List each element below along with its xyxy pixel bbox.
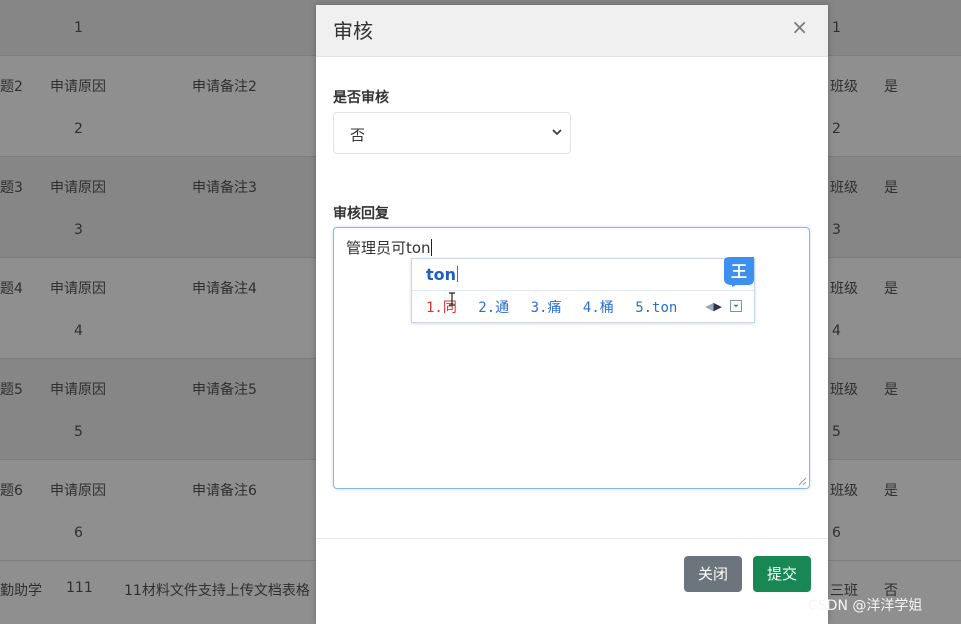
reply-text-value: 管理员可ton — [346, 239, 431, 257]
table-cell-class: 班级 — [830, 79, 858, 95]
table-cell-num: 3 — [832, 222, 841, 238]
table-cell-seq: 4 — [74, 323, 83, 339]
arrow-left-icon[interactable]: ◀ — [705, 300, 713, 313]
ime-candidate-list: 1.同 2.通 3.痛 4.桶 5.ton — [426, 297, 690, 317]
table-cell-num: 4 — [832, 323, 841, 339]
ime-composition: ton — [426, 265, 459, 284]
audit-select[interactable]: 否 — [333, 112, 571, 154]
table-cell-class: 班级 — [830, 180, 858, 196]
table-cell-num: 5 — [832, 424, 841, 440]
reply-label: 审核回复 — [333, 206, 389, 222]
table-cell-reason: 申请原因 — [50, 79, 106, 95]
page: 1 1 题2 申请原因 申请备注2 2 班级 是 2 题3 申请原因 申请备注3… — [0, 0, 961, 624]
audit-label: 是否审核 — [333, 90, 389, 106]
table-cell-topic: 题6 — [0, 483, 23, 499]
table-cell-topic: 题2 — [0, 79, 23, 95]
table-cell-seq: 3 — [74, 222, 83, 238]
ime-caret — [457, 266, 459, 282]
table-cell-num: 2 — [832, 121, 841, 137]
footer-divider — [316, 538, 828, 539]
table-cell-seq: 2 — [74, 121, 83, 137]
table-cell-topic: 题5 — [0, 382, 23, 398]
modal-title: 审核 — [333, 19, 373, 43]
table-cell-reason: 申请原因 — [50, 483, 106, 499]
table-cell-remark: 11材料文件支持上传文档表格 — [124, 583, 310, 599]
table-cell-remark: 申请备注6 — [192, 483, 257, 499]
table-cell-class: 班级 — [830, 382, 858, 398]
table-cell-remark: 申请备注5 — [192, 382, 257, 398]
table-cell-flag: 是 — [884, 79, 898, 95]
ime-logo-glyph: 王 — [731, 262, 747, 281]
chevron-down-icon — [552, 129, 562, 136]
reply-text: 管理员可ton — [346, 237, 432, 258]
table-cell-reason: 申请原因 — [50, 382, 106, 398]
table-cell-seq: 6 — [74, 525, 83, 541]
audit-select-value: 否 — [350, 126, 366, 144]
table-cell-flag: 是 — [884, 483, 898, 499]
table-cell-class: 班级 — [830, 281, 858, 297]
table-cell-remark: 申请备注3 — [192, 180, 257, 196]
watermark: CSDN @洋洋学姐 — [808, 598, 923, 614]
table-cell-flag: 是 — [884, 180, 898, 196]
table-cell-num: 1 — [832, 20, 841, 36]
ime-candidate[interactable]: 3.痛 — [531, 300, 562, 316]
ime-divider — [412, 290, 754, 291]
close-icon[interactable]: × — [791, 15, 808, 39]
table-cell-remark: 申请备注4 — [192, 281, 257, 297]
ime-candidate[interactable]: 5.ton — [635, 300, 677, 316]
table-cell-reason: 申请原因 — [50, 281, 106, 297]
table-cell-topic: 题3 — [0, 180, 23, 196]
table-cell-class: 班级 — [830, 483, 858, 499]
table-cell-flag: 是 — [884, 382, 898, 398]
table-cell-num: 6 — [832, 525, 841, 541]
table-cell-remark: 申请备注2 — [192, 79, 257, 95]
table-cell-topic: 勤助学 — [0, 583, 42, 599]
ime-page-arrows[interactable]: ◀▶ — [705, 300, 722, 313]
table-cell-seq: 5 — [74, 424, 83, 440]
text-caret — [430, 239, 432, 256]
modal-header: 审核 × — [316, 5, 828, 57]
ime-composition-text: ton — [426, 265, 457, 284]
ime-menu-icon[interactable] — [730, 300, 742, 312]
ime-logo-icon: 王 — [724, 257, 754, 287]
table-cell-reason: 111 — [66, 580, 93, 596]
ime-candidate-window: ton 王 1.同 2.通 3.痛 4.桶 5.ton ◀▶ — [411, 257, 755, 323]
resize-grip-icon[interactable] — [797, 476, 807, 486]
ime-candidate[interactable]: 4.桶 — [583, 300, 614, 316]
table-cell-topic: 题4 — [0, 281, 23, 297]
text-cursor-icon — [449, 292, 455, 306]
table-cell-reason: 申请原因 — [50, 180, 106, 196]
table-cell-flag: 是 — [884, 281, 898, 297]
close-button[interactable]: 关闭 — [684, 556, 742, 592]
table-cell-seq: 1 — [74, 20, 83, 36]
ime-candidate[interactable]: 2.通 — [478, 300, 509, 316]
submit-button[interactable]: 提交 — [753, 556, 811, 592]
arrow-right-icon[interactable]: ▶ — [714, 300, 722, 313]
